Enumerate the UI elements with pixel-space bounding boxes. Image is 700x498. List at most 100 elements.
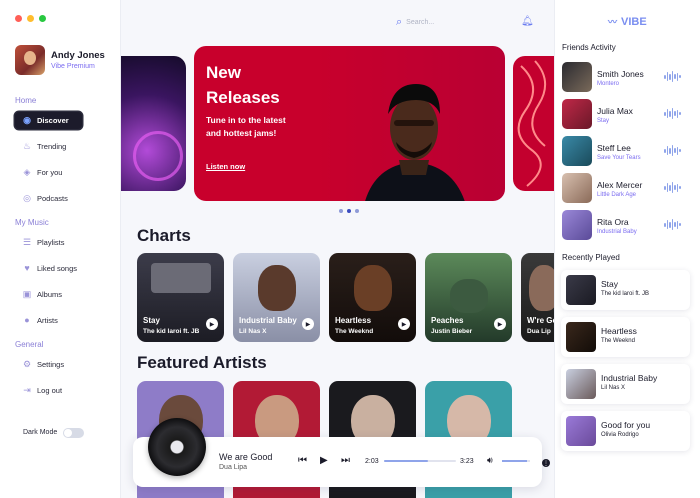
sidebar-item-label: Artists xyxy=(37,315,58,325)
sidebar-item-settings[interactable]: ⚙ Settings xyxy=(22,356,64,372)
pager-dot-active[interactable] xyxy=(347,209,351,213)
sidebar-item-liked-songs[interactable]: ♥ Liked songs xyxy=(22,260,77,276)
sidebar-item-label: Liked songs xyxy=(37,263,78,273)
recent-title: Heartless xyxy=(601,326,637,336)
recent-artist: The Weeknd xyxy=(601,338,635,344)
friend-name: Alex Mercer xyxy=(597,180,643,190)
close-window-button[interactable] xyxy=(15,15,22,22)
window-controls xyxy=(15,15,46,22)
sidebar-item-albums[interactable]: ▣ Albums xyxy=(22,286,62,302)
volume-icon[interactable]: 🔊︎ xyxy=(487,455,493,466)
sidebar-item-label: For you xyxy=(37,167,63,177)
user-name: Andy Jones xyxy=(51,50,105,61)
friend-item[interactable]: Steff Lee Save Your Tears xyxy=(562,136,692,166)
sidebar-item-label: Settings xyxy=(37,359,65,369)
hero-tagline: Tune in to the latest and hottest jams! xyxy=(206,115,286,138)
recent-item[interactable]: Good for you Olivia Rodrigo xyxy=(561,411,690,451)
chart-cover xyxy=(258,265,296,311)
sidebar-item-podcasts[interactable]: ◎ Podcasts xyxy=(22,190,68,206)
section-general: General xyxy=(15,340,44,349)
friend-item[interactable]: Rita Ora Industrial Baby xyxy=(562,210,692,240)
waveform-icon xyxy=(664,108,681,119)
friend-avatar xyxy=(562,99,592,129)
sidebar-item-trending[interactable]: ♨ Trending xyxy=(22,138,66,154)
friend-item[interactable]: Smith Jones Montero xyxy=(562,62,692,92)
play-icon[interactable]: ▶ xyxy=(494,318,506,330)
pager-dot[interactable] xyxy=(339,209,343,213)
sidebar-item-artists[interactable]: ● Artists xyxy=(22,312,58,328)
previous-icon[interactable]: ⏮︎ xyxy=(298,455,307,466)
progress-fill xyxy=(384,460,428,462)
listen-now-link[interactable]: Listen now xyxy=(206,162,245,171)
recent-item[interactable]: Heartless The Weeknd xyxy=(561,317,690,357)
flame-icon: ♨ xyxy=(22,140,32,151)
friend-name: Rita Ora xyxy=(597,217,629,227)
friend-item[interactable]: Alex Mercer Little Dark Age xyxy=(562,173,692,203)
next-icon[interactable]: ⏭︎ xyxy=(341,455,350,466)
sidebar-item-playlists[interactable]: ☰ Playlists xyxy=(22,234,65,250)
play-icon[interactable]: ▶ xyxy=(206,318,218,330)
hero-title: New Releases xyxy=(206,63,280,107)
discover-icon: ◉ xyxy=(23,115,31,125)
progress-bar[interactable] xyxy=(384,460,456,462)
gear-icon: ⚙ xyxy=(22,358,32,369)
search-bar[interactable]: ⌕ Search... xyxy=(396,16,434,29)
carousel-slide-next[interactable] xyxy=(513,56,554,191)
section-home: Home xyxy=(15,96,37,105)
play-icon[interactable]: ▶ xyxy=(398,318,410,330)
sidebar: Andy Jones Vibe Premium Home ◉ Discover … xyxy=(0,0,121,498)
recent-cover xyxy=(566,275,596,305)
hero-artist-image xyxy=(365,84,465,201)
chart-title: Heartless xyxy=(335,316,372,325)
chart-title: Stay xyxy=(143,316,160,325)
carousel-pager xyxy=(339,209,359,213)
friend-name: Julia Max xyxy=(597,106,633,116)
brand-logo: 〰 VIBE xyxy=(608,15,647,28)
more-options-icon[interactable]: ⋮ xyxy=(542,459,550,467)
recently-played-heading: Recently Played xyxy=(562,253,620,262)
minimize-window-button[interactable] xyxy=(27,15,34,22)
friend-name: Smith Jones xyxy=(597,69,644,79)
sidebar-item-logout[interactable]: ⇥ Log out xyxy=(22,382,62,398)
hero-banner[interactable]: New Releases Tune in to the latest and h… xyxy=(194,46,505,201)
recent-item[interactable]: Stay The kid laroi ft. JB xyxy=(561,270,690,310)
recent-title: Industrial Baby xyxy=(601,373,658,383)
user-profile[interactable]: Andy Jones Vibe Premium xyxy=(15,45,105,75)
chart-title: W're Go xyxy=(527,316,554,325)
chart-card[interactable]: Heartless The Weeknd ▶ xyxy=(329,253,416,342)
chart-artist: The kid laroi ft. JB xyxy=(143,328,200,335)
sidebar-item-for-you[interactable]: ◈ For you xyxy=(22,164,63,180)
sidebar-item-label: Discover xyxy=(37,116,69,125)
recent-item[interactable]: Industrial Baby Lil Nas X xyxy=(561,364,690,404)
play-pause-icon[interactable]: ▶ xyxy=(320,455,328,466)
search-input[interactable]: Search... xyxy=(406,19,434,26)
friend-song: Little Dark Age xyxy=(597,192,637,198)
carousel-slide-previous[interactable] xyxy=(121,56,186,191)
sidebar-item-discover[interactable]: ◉ Discover xyxy=(15,112,82,129)
sidebar-item-label: Log out xyxy=(37,385,63,395)
recent-cover xyxy=(566,416,596,446)
chart-card[interactable]: Stay The kid laroi ft. JB ▶ xyxy=(137,253,224,342)
friend-item[interactable]: Julia Max Stay xyxy=(562,99,692,129)
bell-icon[interactable]: 🔔︎ xyxy=(521,16,534,27)
waveform-icon xyxy=(664,71,681,82)
sidebar-item-label: Podcasts xyxy=(37,193,68,203)
friend-song: Montero xyxy=(597,81,620,87)
recent-cover xyxy=(566,322,596,352)
play-icon[interactable]: ▶ xyxy=(302,318,314,330)
waveform-icon xyxy=(664,219,681,230)
chart-card[interactable]: W're Go Dua Lip xyxy=(521,253,554,342)
chart-card[interactable]: Peaches Justin Bieber ▶ xyxy=(425,253,512,342)
waveform-icon xyxy=(664,145,681,156)
volume-slider[interactable] xyxy=(502,460,530,462)
pager-dot[interactable] xyxy=(355,209,359,213)
friend-name: Steff Lee xyxy=(597,143,631,153)
recent-artist: Olivia Rodrigo xyxy=(601,432,639,438)
dark-mode-toggle[interactable] xyxy=(63,428,84,438)
maximize-window-button[interactable] xyxy=(39,15,46,22)
friend-song: Industrial Baby xyxy=(597,229,637,235)
hero-next-artwork xyxy=(517,60,546,187)
chart-title: Industrial Baby xyxy=(239,316,297,325)
brand-name: VIBE xyxy=(621,15,647,28)
chart-card[interactable]: Industrial Baby Lil Nas X ▶ xyxy=(233,253,320,342)
